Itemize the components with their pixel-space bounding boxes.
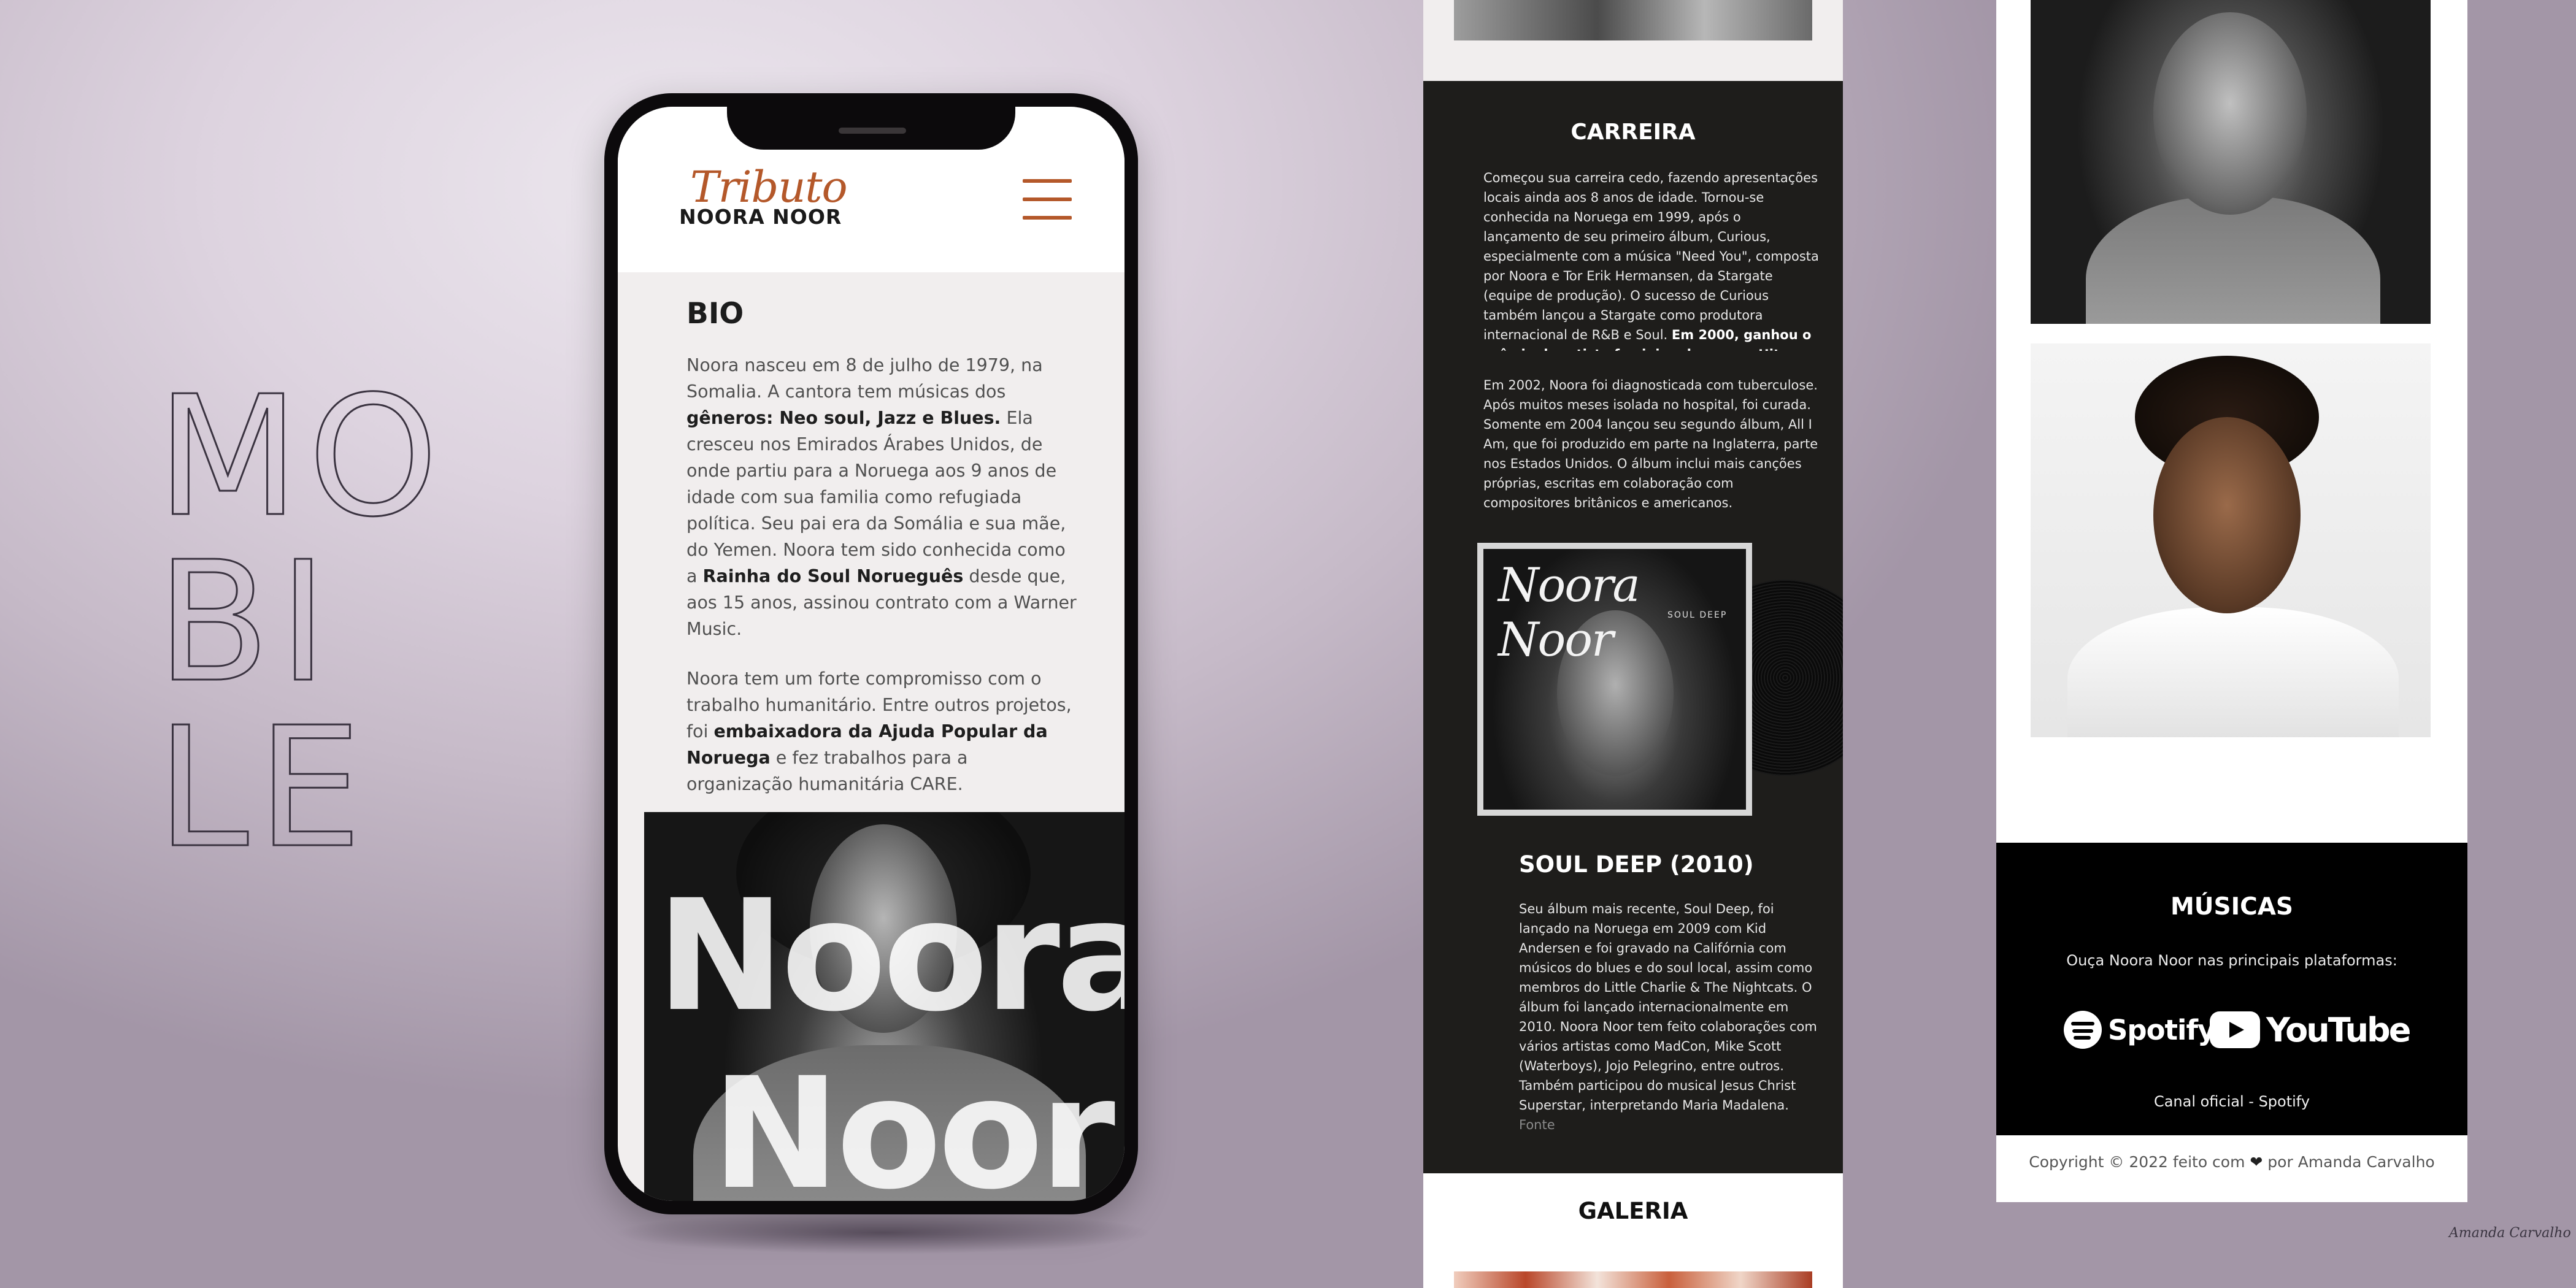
galeria-section: GALERIA xyxy=(1423,1173,1843,1288)
bio-paragraph-1: Noora nasceu em 8 de julho de 1979, na S… xyxy=(686,355,1077,639)
bio-title: BIO xyxy=(686,297,744,331)
author-signature: Amanda Carvalho xyxy=(2449,1225,2571,1241)
panel-top xyxy=(1423,0,1843,81)
spotify-label: Spotify xyxy=(2108,1013,2215,1046)
outline-line-3: LE xyxy=(156,691,371,884)
youtube-label: YouTube xyxy=(2266,1010,2411,1049)
galeria-preview xyxy=(1454,1271,1812,1288)
musicas-subtitle: Ouça Noora Noor nas principais plataform… xyxy=(2066,952,2397,969)
top-photo xyxy=(1454,0,1812,40)
phone-shadow xyxy=(613,1211,1153,1254)
bio-photo: Noora Noor xyxy=(644,812,1125,1201)
fonte-link[interactable]: Fonte xyxy=(1519,1117,1555,1132)
menu-icon[interactable] xyxy=(1023,179,1072,220)
gallery-photo-2[interactable] xyxy=(2031,343,2431,737)
phone-mockup: Tributo NOORA NOOR BIO Noora nasceu em 8… xyxy=(604,93,1138,1214)
spotify-icon xyxy=(2064,1011,2102,1049)
bio-section: BIO Noora nasceu em 8 de julho de 1979, … xyxy=(618,272,1125,824)
carreira-panel: CARREIRA Começou sua carreira cedo, faze… xyxy=(1423,0,1843,1288)
galeria-panel: MÚSICAS Ouça Noora Noor nas principais p… xyxy=(1996,0,2467,1202)
heart-icon: ❤ xyxy=(2250,1153,2263,1171)
bio-text: Noora nasceu em 8 de julho de 1979, na S… xyxy=(686,352,1079,821)
spotify-link[interactable]: Spotify xyxy=(2064,1008,2215,1051)
overlay-word-noor: Noor xyxy=(712,1045,1115,1202)
phone-speaker xyxy=(839,128,906,134)
album-subtitle: SOUL DEEP xyxy=(1667,610,1728,620)
carreira-paragraph-2: Em 2002, Noora foi diagnosticada com tub… xyxy=(1483,378,1818,510)
youtube-icon xyxy=(2210,1011,2260,1048)
musicas-title: MÚSICAS xyxy=(2170,893,2293,921)
outline-line-1: MO xyxy=(156,360,447,553)
canal-oficial-link[interactable]: Canal oficial - Spotify xyxy=(1996,1093,2467,1110)
phone-screen: Tributo NOORA NOOR BIO Noora nasceu em 8… xyxy=(618,107,1125,1201)
outline-line-2: BI xyxy=(156,526,336,719)
logo-name[interactable]: NOORA NOOR xyxy=(679,205,842,229)
youtube-link[interactable]: YouTube xyxy=(2210,1007,2411,1052)
mobile-outline-title: MO BI LE xyxy=(156,360,500,884)
soul-deep-title: SOUL DEEP (2010) xyxy=(1519,851,1754,878)
galeria-title: GALERIA xyxy=(1578,1198,1688,1224)
soul-deep-paragraph: Seu álbum mais recente, Soul Deep, foi l… xyxy=(1519,902,1817,1132)
copyright: Copyright © 2022 feito com ❤ por Amanda … xyxy=(2029,1153,2435,1171)
bio-paragraph-2: Noora tem um forte compromisso com o tra… xyxy=(686,669,1072,794)
musicas-section: MÚSICAS Ouça Noora Noor nas principais p… xyxy=(1996,843,2467,1135)
gallery-photo-1[interactable] xyxy=(2031,0,2431,324)
album-cover: Noora Noor SOUL DEEP xyxy=(1477,543,1752,816)
carreira-paragraph-1: Começou sua carreira cedo, fazendo apres… xyxy=(1483,171,1819,351)
overlay-word-noora: Noora xyxy=(656,867,1125,1045)
carreira-title: CARREIRA xyxy=(1571,120,1696,145)
